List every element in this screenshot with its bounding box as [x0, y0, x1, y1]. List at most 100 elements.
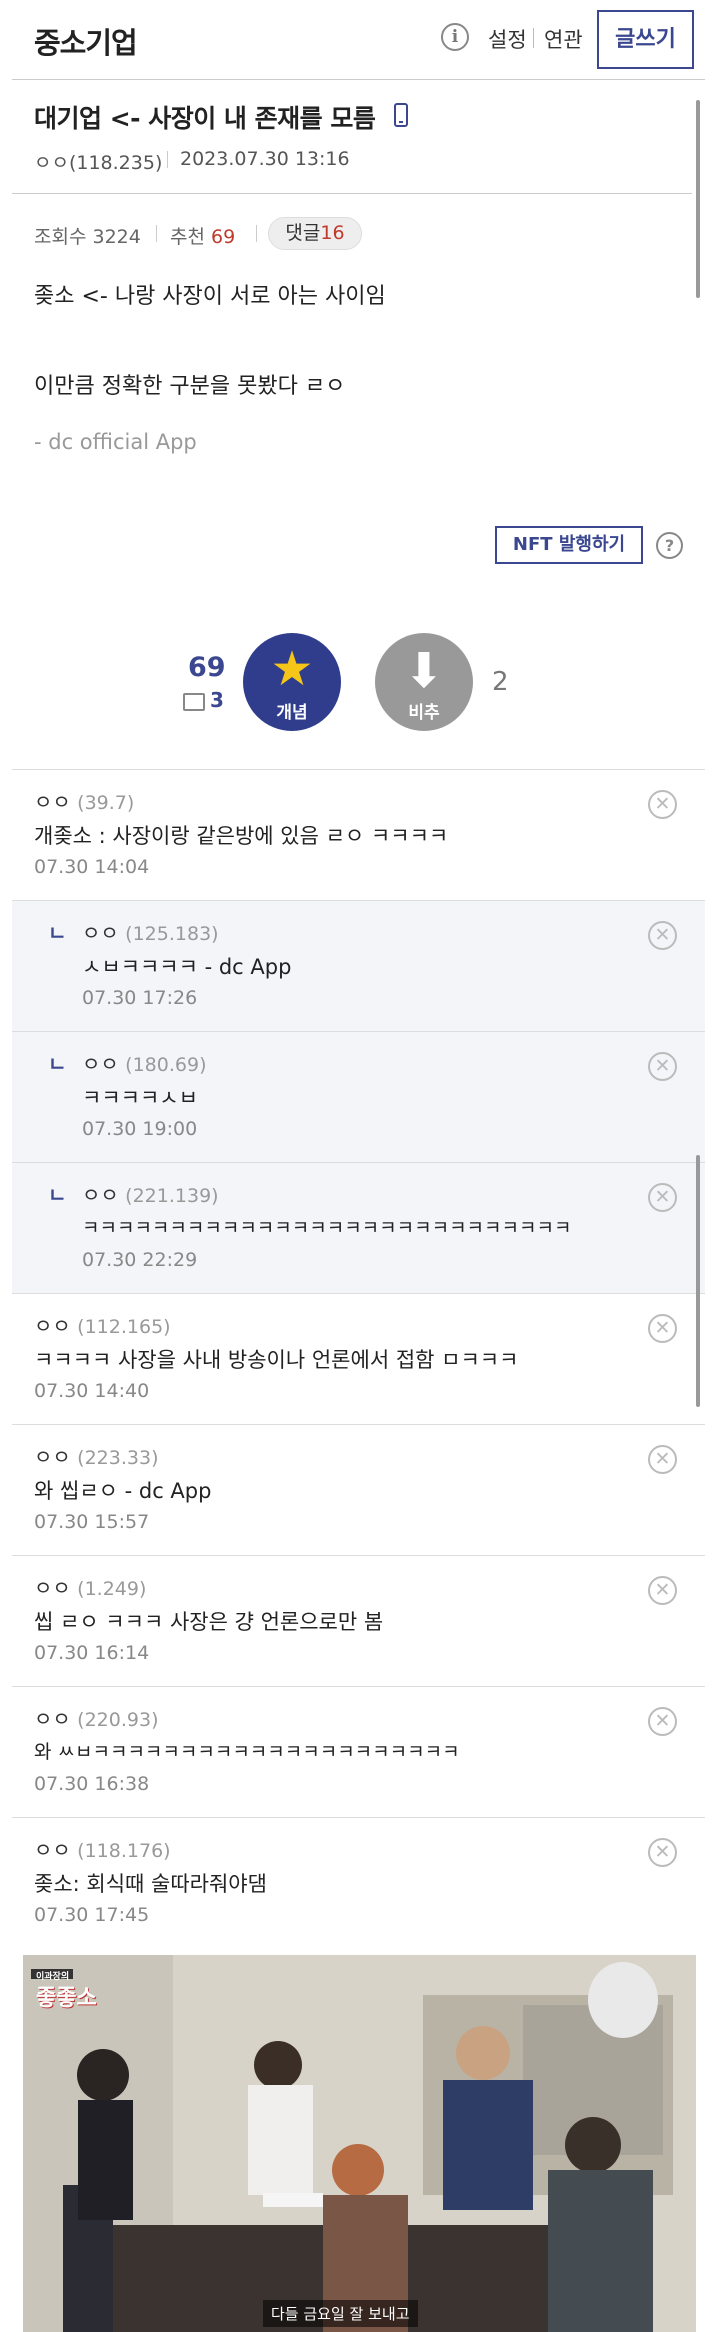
comment-ip: (118.176) — [77, 1840, 171, 1862]
related-link[interactable]: 연관 — [544, 24, 583, 54]
help-icon[interactable]: ? — [656, 532, 683, 559]
nft-mint-button[interactable]: NFT 발행하기 — [495, 526, 643, 564]
header-divider — [12, 79, 705, 80]
stat-separator — [156, 225, 157, 242]
recommend-count: 69 — [211, 226, 236, 248]
comment-nick: ㅇㅇ — [34, 1314, 71, 1338]
comment-date: 07.30 17:45 — [34, 1904, 150, 1926]
comment-nick: ㅇㅇ — [82, 921, 119, 945]
post-body-line: 좆소 <- 나랑 사장이 서로 아는 사이임 — [34, 284, 386, 309]
comment: ㅇㅇ (220.93) 와 ㅆㅂㅋㅋㅋㅋㅋㅋㅋㅋㅋㅋㅋㅋㅋㅋㅋㅋㅋㅋㅋㅋㅋ 07… — [12, 1686, 705, 1817]
comment-ip: (220.93) — [77, 1709, 159, 1731]
comment: ㅇㅇ (223.33) 와 씹ㄹㅇ - dc App 07.30 15:57 ✕ — [12, 1424, 705, 1555]
comment-ip: (221.139) — [125, 1185, 219, 1207]
show-logo: 좋좋소 — [36, 1986, 97, 2011]
view-count: 조회수 3224 — [34, 226, 141, 248]
comment-text: ㅋㅋㅋㅋ 사장을 사내 방송이나 언론에서 접함 ㅁㅋㅋㅋ — [34, 1348, 519, 1372]
delete-comment-icon[interactable]: ✕ — [648, 1576, 677, 1605]
comment-date: 07.30 22:29 — [82, 1249, 198, 1271]
comment-nick: ㅇㅇ — [82, 1183, 119, 1207]
reply-comment: ㄴ ㅇㅇ (221.139) ㅋㅋㅋㅋㅋㅋㅋㅋㅋㅋㅋㅋㅋㅋㅋㅋㅋㅋㅋㅋㅋㅋㅋㅋㅋ… — [12, 1162, 705, 1293]
gallery-title[interactable]: 중소기업 — [34, 20, 138, 62]
comment-nick: ㅇㅇ — [34, 790, 71, 814]
upvote-button[interactable]: ★ 개념 — [243, 633, 341, 731]
reply-icon: ㄴ — [48, 1183, 67, 1207]
comment-text: 와 ㅆㅂㅋㅋㅋㅋㅋㅋㅋㅋㅋㅋㅋㅋㅋㅋㅋㅋㅋㅋㅋㅋㅋ — [34, 1741, 460, 1763]
comment-count: 16 — [320, 222, 345, 244]
comment-date: 07.30 16:38 — [34, 1773, 150, 1795]
down-arrow-icon: ⬇ — [403, 643, 445, 699]
comment-author[interactable]: ㅇㅇ (39.7) — [34, 786, 134, 815]
delete-comment-icon[interactable]: ✕ — [648, 1445, 677, 1474]
comment: ㅇㅇ (112.165) ㅋㅋㅋㅋ 사장을 사내 방송이나 언론에서 접함 ㅁㅋ… — [12, 1293, 705, 1424]
info-icon[interactable]: i — [441, 23, 469, 51]
comment-date: 07.30 14:40 — [34, 1380, 150, 1402]
mobile-icon — [394, 103, 408, 127]
video-subtitle: 다들 금요일 잘 보내고 — [263, 2300, 418, 2327]
comment-date: 07.30 17:26 — [82, 987, 198, 1009]
recommend-label: 추천 — [170, 226, 205, 248]
comment-nick: ㅇㅇ — [34, 1838, 71, 1862]
drama-scene — [23, 1955, 696, 2332]
delete-comment-icon[interactable]: ✕ — [648, 1314, 677, 1343]
comment-nick: ㅇㅇ — [34, 1707, 71, 1731]
comment-ip: (125.183) — [125, 923, 219, 945]
meta-separator — [167, 151, 168, 168]
delete-comment-icon[interactable]: ✕ — [648, 790, 677, 819]
drama-still-image[interactable]: 이과장의 좋좋소 다들 금요일 잘 보내고 — [23, 1955, 696, 2332]
post-author[interactable]: ㅇㅇ(118.235) — [34, 148, 162, 175]
delete-comment-icon[interactable]: ✕ — [648, 1838, 677, 1867]
comment-ip: (180.69) — [125, 1054, 207, 1076]
post-datetime: 2023.07.30 13:16 — [180, 148, 350, 170]
reply-comment: ㄴ ㅇㅇ (180.69) ㅋㅋㅋㅋㅅㅂ 07.30 19:00 ✕ — [12, 1031, 705, 1162]
write-button[interactable]: 글쓰기 — [597, 10, 694, 69]
reply-comment: ㄴ ㅇㅇ (125.183) ㅅㅂㅋㅋㅋㅋ - dc App 07.30 17:… — [12, 900, 705, 1031]
comment-author[interactable]: ㅇㅇ (125.183) — [82, 917, 219, 946]
upvote-count: 69 — [188, 652, 226, 683]
comment-author[interactable]: ㅇㅇ (118.176) — [34, 1834, 171, 1863]
downvote-label: 비추 — [408, 703, 440, 723]
recommend-stat: 추천 69 — [170, 222, 235, 249]
delete-comment-icon[interactable]: ✕ — [648, 1052, 677, 1081]
comment-date: 07.30 19:00 — [82, 1118, 198, 1140]
comment-date: 07.30 16:14 — [34, 1642, 150, 1664]
comment-author[interactable]: ㅇㅇ (220.93) — [34, 1703, 158, 1732]
comment-nick: ㅇㅇ — [82, 1052, 119, 1076]
comment-author[interactable]: ㅇㅇ (1.249) — [34, 1572, 146, 1601]
comment-text: 와 씹ㄹㅇ - dc App — [34, 1479, 212, 1503]
comment-ip: (39.7) — [77, 792, 135, 814]
header-separator — [533, 28, 534, 48]
comment-ip: (112.165) — [77, 1316, 171, 1338]
comment-author[interactable]: ㅇㅇ (180.69) — [82, 1048, 206, 1077]
comment-count-badge[interactable]: 댓글16 — [268, 217, 362, 250]
comment-date: 07.30 14:04 — [34, 856, 150, 878]
comment-ip: (1.249) — [77, 1578, 147, 1600]
upvote-label: 개념 — [276, 703, 308, 723]
comment-author[interactable]: ㅇㅇ (112.165) — [34, 1310, 171, 1339]
downvote-button[interactable]: ⬇ 비추 — [375, 633, 473, 731]
comment-date: 07.30 15:57 — [34, 1511, 150, 1533]
comment-author[interactable]: ㅇㅇ (221.139) — [82, 1179, 219, 1208]
comment-text: ㅋㅋㅋㅋㅅㅂ — [82, 1086, 198, 1110]
delete-comment-icon[interactable]: ✕ — [648, 1707, 677, 1736]
comment: ㅇㅇ (118.176) 좆소: 회식때 술따라줘야댐 07.30 17:45 … — [12, 1817, 705, 1948]
comment-text: 좆소: 회식때 술따라줘야댐 — [34, 1872, 267, 1896]
reply-icon: ㄴ — [48, 1052, 67, 1076]
comment-nick: ㅇㅇ — [34, 1445, 71, 1469]
downvote-count: 2 — [492, 667, 509, 697]
comment-ip: (223.33) — [77, 1447, 159, 1469]
comment-text: ㅅㅂㅋㅋㅋㅋ - dc App — [82, 955, 292, 979]
post-header-divider — [12, 193, 692, 194]
scrollbar[interactable] — [696, 1155, 700, 1407]
comment-text: ㅋㅋㅋㅋㅋㅋㅋㅋㅋㅋㅋㅋㅋㅋㅋㅋㅋㅋㅋㅋㅋㅋㅋㅋㅋㅋㅋㅋ — [82, 1217, 572, 1239]
fixed-recommend-icon — [183, 693, 205, 711]
comment: ㅇㅇ (39.7) 개좆소 : 사장이랑 같은방에 있음 ㄹㅇ ㅋㅋㅋㅋ 07.… — [12, 769, 705, 900]
fixed-recommend-count: 3 — [210, 688, 224, 712]
delete-comment-icon[interactable]: ✕ — [648, 1183, 677, 1212]
star-icon: ★ — [270, 641, 314, 697]
scrollbar[interactable] — [696, 100, 700, 298]
comment-author[interactable]: ㅇㅇ (223.33) — [34, 1441, 158, 1470]
delete-comment-icon[interactable]: ✕ — [648, 921, 677, 950]
settings-link[interactable]: 설정 — [488, 24, 527, 54]
stat-separator — [256, 225, 257, 242]
